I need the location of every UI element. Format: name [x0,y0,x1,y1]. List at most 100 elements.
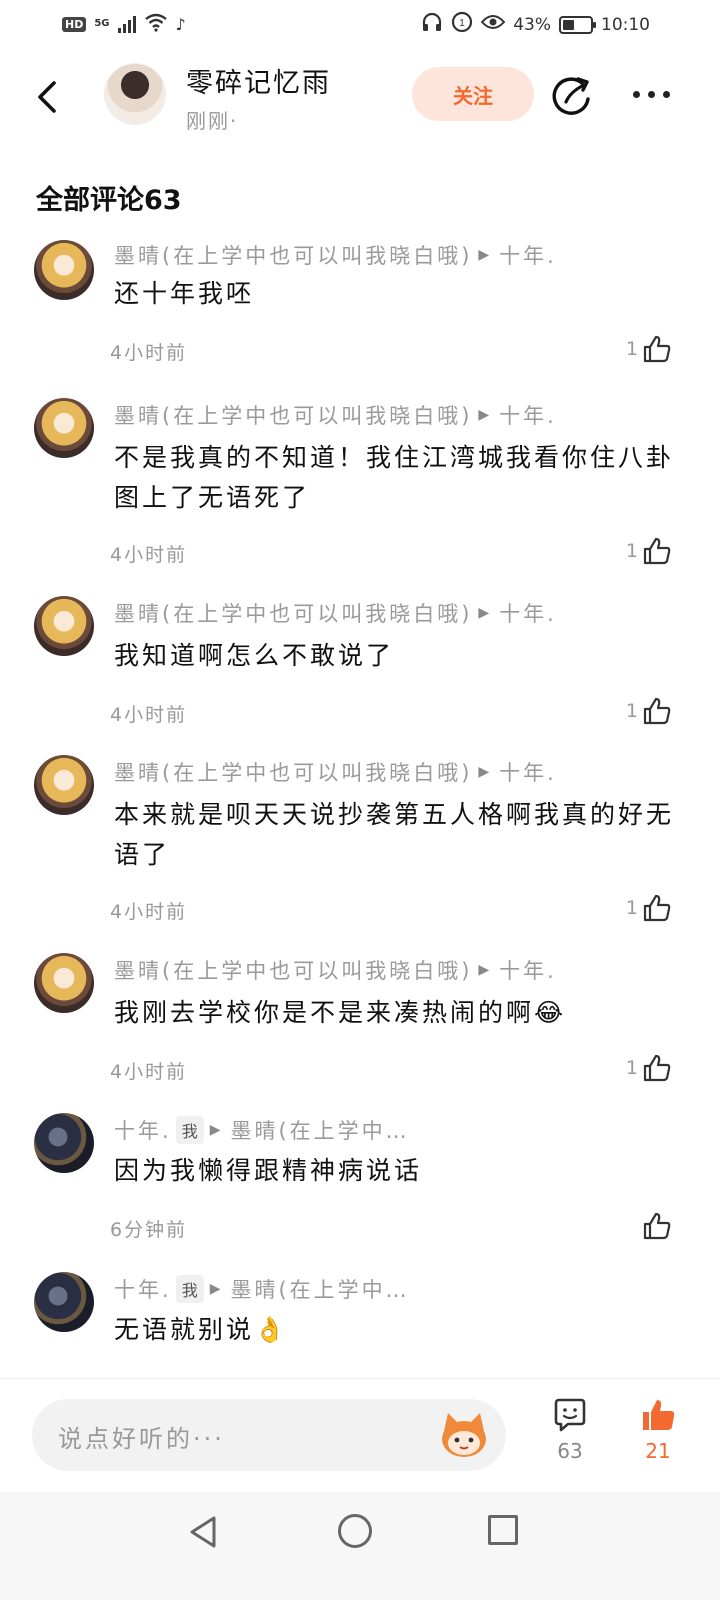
comment-author[interactable]: 墨晴(在上学中也可以叫我晓白哦) [114,400,472,430]
like-button[interactable]: 1 [626,696,672,726]
clock: 10:10 [601,14,650,35]
signal-icon [117,15,136,33]
battery-icon [559,15,596,34]
comment-meta: 墨晴(在上学中也可以叫我晓白哦) ▶ 十年. [114,240,557,270]
like-button[interactable] [642,1211,672,1241]
reply-target[interactable]: 墨晴(在上学中… [230,1274,409,1304]
reply-arrow-icon: ▶ [478,605,490,621]
comment-text[interactable]: 因为我懒得跟精神病说话 [114,1151,684,1191]
bottom-action-bar: 说点好听的··· 63 21 [0,1378,720,1492]
tiktok-notify-icon: ♪ [175,14,186,34]
comment-meta: 墨晴(在上学中也可以叫我晓白哦) ▶ 十年. [114,598,557,628]
comment-time: 4小时前 [110,342,188,364]
comment-input-placeholder: 说点好听的··· [58,1425,225,1453]
reply-arrow-icon: ▶ [478,764,490,780]
me-badge: 我 [175,1116,204,1144]
comment-meta: 墨晴(在上学中也可以叫我晓白哦) ▶ 十年. [114,400,557,430]
comment-text[interactable]: 本来就是呗天天说抄袭第五人格啊我真的好无语了 [114,795,684,875]
reply-target[interactable]: 十年. [499,598,557,628]
comment-time: 4小时前 [110,544,188,566]
nav-home-icon[interactable] [338,1514,372,1548]
dark-avatar[interactable] [34,1272,94,1332]
thumbs-up-icon [643,697,671,725]
girl-avatar[interactable] [34,398,94,458]
post-time: 刚刚· [186,109,239,133]
headphones-icon [421,12,443,37]
comments-section-title: 全部评论63 [36,185,182,216]
dot-icon [662,90,670,98]
dark-avatar[interactable] [34,1113,94,1173]
data-saver-icon: 1 [451,11,473,38]
eye-comfort-icon [480,13,506,36]
network-type: 5G [94,18,110,29]
share-button[interactable] [552,75,594,117]
like-button[interactable]: 1 [626,334,672,364]
reply-target[interactable]: 墨晴(在上学中… [230,1115,409,1145]
comment-author[interactable]: 十年. [114,1115,172,1145]
post-like-button[interactable]: 21 [636,1397,680,1463]
comment-text[interactable]: 我知道啊怎么不敢说了 [114,636,684,676]
reply-target[interactable]: 十年. [499,400,557,430]
comment-time: 4小时前 [110,704,188,726]
comment-meta: 十年. 我 ▶ 墨晴(在上学中… [114,1274,410,1304]
comment-text[interactable]: 不是我真的不知道！我住江湾城我看你住八卦图上了无语死了 [114,438,684,518]
like-count: 1 [625,338,638,360]
comment-author[interactable]: 十年. [114,1274,172,1304]
comment-author[interactable]: 墨晴(在上学中也可以叫我晓白哦) [114,955,472,985]
back-button[interactable] [30,77,66,117]
chevron-left-icon [38,81,56,113]
comment-meta: 墨晴(在上学中也可以叫我晓白哦) ▶ 十年. [114,757,557,787]
reply-arrow-icon: ▶ [209,1122,221,1138]
comment-author[interactable]: 墨晴(在上学中也可以叫我晓白哦) [114,598,472,628]
reply-target[interactable]: 十年. [499,240,557,270]
nav-back-icon[interactable] [186,1514,220,1550]
follow-button[interactable]: 关注 [412,67,534,121]
like-button[interactable]: 1 [626,893,672,923]
thumbs-up-icon [643,335,671,363]
reply-target[interactable]: 十年. [499,757,557,787]
comment-text[interactable]: 还十年我呸 [114,274,684,314]
reply-arrow-icon: ▶ [478,407,490,423]
share-icon [552,77,590,115]
thumbs-up-icon [643,1212,671,1240]
mascot-emoji-icon[interactable] [438,1411,490,1459]
like-count: 1 [625,1057,638,1079]
comment-list[interactable]: 墨晴(在上学中也可以叫我晓白哦) ▶ 十年. 还十年我呸 4小时前 1 墨晴(在上学… [0,240,720,1378]
comment-time: 4小时前 [110,1061,188,1083]
girl-avatar[interactable] [34,596,94,656]
comments-button[interactable]: 63 [548,1397,592,1463]
girl-avatar[interactable] [34,953,94,1013]
comment-meta: 墨晴(在上学中也可以叫我晓白哦) ▶ 十年. [114,955,557,985]
like-count-total: 21 [645,1439,671,1463]
like-button[interactable]: 1 [626,1053,672,1083]
status-right: 1 43% 10:10 [421,11,650,38]
author-avatar[interactable] [104,63,166,125]
comment-count: 63 [557,1439,583,1463]
comment-icon [554,1398,586,1432]
comment-author[interactable]: 墨晴(在上学中也可以叫我晓白哦) [114,240,472,270]
hd-badge: HD [62,16,87,32]
comment-input[interactable]: 说点好听的··· [32,1399,506,1471]
battery-fill [563,19,574,30]
girl-avatar[interactable] [34,755,94,815]
like-button[interactable]: 1 [626,536,672,566]
nav-recents-icon[interactable] [488,1515,518,1545]
comment-text[interactable]: 我刚去学校你是不是来凑热闹的啊😂 [114,993,684,1033]
dot-icon [632,90,640,98]
wifi-icon [144,12,168,36]
comment-author[interactable]: 墨晴(在上学中也可以叫我晓白哦) [114,757,472,787]
reply-arrow-icon: ▶ [478,247,490,263]
comment-text[interactable]: 无语就别说👌 [114,1310,684,1350]
reply-target[interactable]: 十年. [499,955,557,985]
dot-icon [647,90,655,98]
author-name[interactable]: 零碎记忆雨 [186,61,331,100]
thumbs-up-icon [643,1054,671,1082]
more-options-button[interactable] [626,79,676,109]
svg-text:1: 1 [459,18,465,29]
reply-arrow-icon: ▶ [478,962,490,978]
reply-arrow-icon: ▶ [209,1281,221,1297]
system-nav-bar [0,1492,720,1600]
status-left: HD 5G ♪ [62,12,186,36]
like-count: 1 [625,700,638,722]
girl-avatar[interactable] [34,240,94,300]
